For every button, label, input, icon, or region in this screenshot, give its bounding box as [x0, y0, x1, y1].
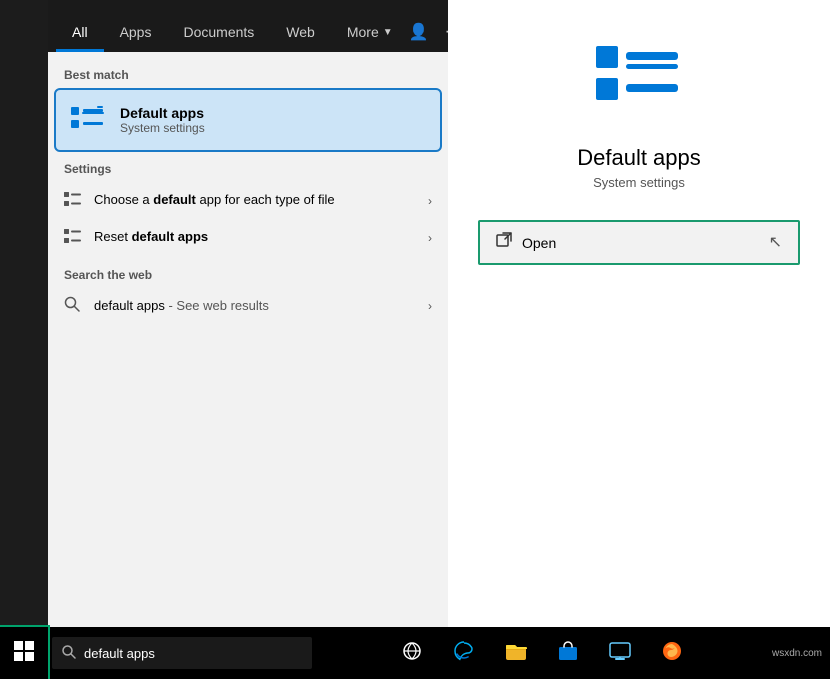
fileexplorer-button[interactable] — [494, 631, 538, 675]
list-icon-2 — [64, 227, 84, 248]
app-detail-large-icon — [594, 40, 684, 125]
store-button[interactable] — [546, 631, 590, 675]
taskbar-search-icon — [62, 645, 76, 662]
app-detail-subtitle: System settings — [593, 175, 685, 190]
best-match-subtitle: System settings — [120, 121, 205, 135]
taskview-icon — [402, 641, 422, 666]
sidebar-left — [0, 0, 48, 627]
best-match-item[interactable]: Default apps System settings — [56, 90, 440, 150]
choose-default-setting[interactable]: Choose a default app for each type of fi… — [48, 182, 448, 219]
web-query: default apps — [94, 298, 165, 313]
tab-more[interactable]: More ▼ — [331, 16, 409, 52]
reset-default-setting[interactable]: Reset default apps › — [48, 219, 448, 256]
tab-documents[interactable]: Documents — [167, 16, 270, 52]
results-content: Best match Defau — [48, 52, 448, 627]
search-results-panel: All Apps Documents Web More ▼ 👤 ··· Best… — [48, 0, 448, 627]
list-icon-1 — [64, 190, 84, 211]
app-detail-panel: Default apps System settings Open ↖ — [448, 0, 830, 627]
cursor-indicator: ↖ — [769, 235, 782, 251]
web-search-arrow: › — [428, 299, 432, 313]
web-search-item[interactable]: default apps - See web results › — [48, 288, 448, 323]
device-button[interactable] — [598, 631, 642, 675]
tab-all[interactable]: All — [56, 16, 104, 52]
search-menu: All Apps Documents Web More ▼ 👤 ··· Best… — [0, 0, 830, 627]
reset-default-text: Reset default apps — [94, 229, 418, 246]
device-icon — [609, 641, 631, 666]
taskbar-clock: wsxdn.com — [772, 648, 822, 659]
start-button[interactable] — [0, 627, 48, 679]
app-detail-name: Default apps — [577, 145, 701, 171]
fileexplorer-icon — [505, 641, 527, 666]
settings-label: Settings — [48, 150, 448, 182]
search-icon — [64, 296, 84, 315]
edge-button[interactable] — [442, 631, 486, 675]
taskbar-center — [312, 631, 772, 675]
tab-web[interactable]: Web — [270, 16, 331, 52]
choose-default-arrow: › — [428, 194, 432, 208]
tab-apps[interactable]: Apps — [104, 16, 168, 52]
web-search-label: Search the web — [48, 256, 448, 288]
firefox-button[interactable] — [650, 631, 694, 675]
chevron-down-icon: ▼ — [383, 27, 393, 38]
firefox-icon — [661, 640, 683, 667]
default-apps-icon — [68, 100, 108, 140]
see-results: - See web results — [165, 298, 269, 313]
reset-default-arrow: › — [428, 231, 432, 245]
web-search-text: default apps - See web results — [94, 298, 418, 313]
choose-default-text: Choose a default app for each type of fi… — [94, 192, 418, 209]
tab-more-label: More — [347, 24, 379, 40]
open-label: Open — [522, 235, 556, 251]
person-icon[interactable]: 👤 — [409, 22, 429, 42]
taskbar-right: wsxdn.com — [772, 648, 830, 659]
nav-tabs: All Apps Documents Web More ▼ 👤 ··· — [48, 0, 448, 52]
main-container: All Apps Documents Web More ▼ 👤 ··· Best… — [0, 0, 830, 679]
open-icon — [496, 232, 512, 253]
taskbar: default apps — [0, 627, 830, 679]
taskview-button[interactable] — [390, 631, 434, 675]
best-match-label: Best match — [48, 64, 448, 90]
best-match-title: Default apps — [120, 105, 205, 121]
taskbar-search[interactable]: default apps — [52, 637, 312, 669]
open-button[interactable]: Open ↖ — [478, 220, 800, 265]
best-match-text: Default apps System settings — [120, 105, 205, 135]
store-icon — [558, 641, 578, 666]
taskbar-search-text: default apps — [84, 646, 155, 661]
edge-icon — [453, 640, 475, 667]
windows-icon — [14, 641, 34, 666]
